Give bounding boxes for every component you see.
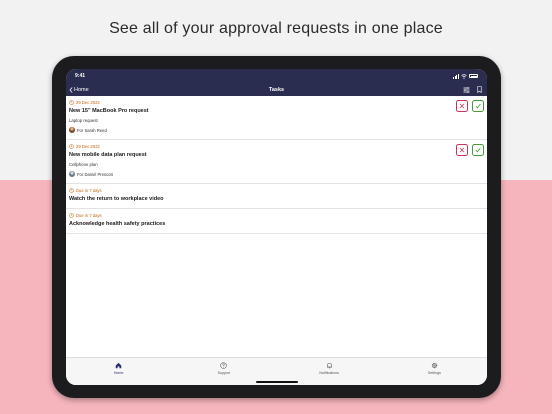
- tab-label: Notifications: [319, 371, 339, 375]
- task-date-row: Due in 7 days: [69, 188, 484, 193]
- tab-home[interactable]: Home: [66, 358, 171, 385]
- task-item[interactable]: 29 Dec 2022 New mobile data plan request…: [66, 140, 487, 184]
- task-title: Watch the return to workplace video: [69, 196, 164, 202]
- close-icon: [459, 147, 465, 153]
- task-subtitle: Laptop request: [69, 118, 98, 123]
- task-date: 29 Dec 2022: [76, 100, 100, 105]
- task-for: For Daniel Prescott: [77, 171, 113, 177]
- app-screen: 9:41 Home Tasks 29 Dec 2022 New 15" MacB…: [66, 69, 487, 385]
- tab-label: Home: [113, 371, 124, 375]
- task-requester: For Daniel Prescott: [69, 171, 484, 177]
- task-date: Due in 7 days: [76, 213, 102, 218]
- tab-settings[interactable]: Settings: [382, 358, 487, 385]
- task-for: For Sarah Reed: [77, 127, 107, 133]
- task-item[interactable]: 29 Dec 2022 New 15" MacBook Pro request …: [66, 96, 487, 140]
- task-subtitle: Cellphone plan: [69, 162, 98, 167]
- task-item[interactable]: Due in 7 days Acknowledge health safety …: [66, 209, 487, 234]
- task-actions: [456, 100, 484, 112]
- task-date: Due in 7 days: [76, 188, 102, 193]
- clock-icon: [69, 213, 74, 218]
- task-date-row: 29 Dec 2022: [69, 100, 484, 105]
- clock-icon: [69, 144, 74, 149]
- task-list: 29 Dec 2022 New 15" MacBook Pro request …: [66, 96, 487, 234]
- battery-icon: [469, 74, 478, 78]
- tab-label: Settings: [427, 371, 441, 375]
- back-label: Home: [74, 86, 89, 93]
- tab-label: Support: [217, 371, 231, 375]
- home-indicator: [256, 381, 298, 383]
- check-icon: [475, 103, 481, 109]
- approve-button[interactable]: [472, 100, 484, 112]
- status-time: 9:41: [75, 73, 86, 79]
- task-item[interactable]: Due in 7 days Watch the return to workpl…: [66, 184, 487, 209]
- status-bar: 9:41: [66, 69, 487, 83]
- page-headline: See all of your approval requests in one…: [109, 20, 443, 37]
- avatar: [69, 171, 75, 177]
- gear-icon: [431, 362, 438, 369]
- task-title: Acknowledge health safety practices: [69, 221, 166, 227]
- avatar: [69, 127, 75, 133]
- reject-button[interactable]: [456, 100, 468, 112]
- tablet-frame: 9:41 Home Tasks 29 Dec 2022 New 15" MacB…: [52, 56, 501, 398]
- task-date-row: 29 Dec 2022: [69, 144, 484, 149]
- task-date-row: Due in 7 days: [69, 213, 484, 218]
- filter-icon[interactable]: [463, 86, 470, 93]
- page-title: Tasks: [268, 86, 285, 93]
- task-actions: [456, 144, 484, 156]
- task-requester: For Sarah Reed: [69, 127, 484, 133]
- clock-icon: [69, 188, 74, 193]
- close-icon: [459, 103, 465, 109]
- approve-button[interactable]: [472, 144, 484, 156]
- task-date: 29 Dec 2022: [76, 144, 100, 149]
- back-button[interactable]: Home: [69, 87, 89, 93]
- home-icon: [115, 362, 122, 369]
- reject-button[interactable]: [456, 144, 468, 156]
- bookmark-icon[interactable]: [477, 86, 482, 93]
- task-title: New 15" MacBook Pro request: [69, 108, 149, 114]
- status-icons: [453, 73, 478, 79]
- chevron-left-icon: [69, 86, 73, 93]
- task-title: New mobile data plan request: [69, 152, 147, 158]
- wifi-icon: [461, 73, 467, 79]
- cellular-icon: [453, 74, 459, 79]
- help-icon: [220, 362, 228, 369]
- check-icon: [475, 147, 481, 153]
- clock-icon: [69, 100, 74, 105]
- bell-icon: [326, 362, 332, 369]
- navigation-bar: Home Tasks: [66, 83, 487, 96]
